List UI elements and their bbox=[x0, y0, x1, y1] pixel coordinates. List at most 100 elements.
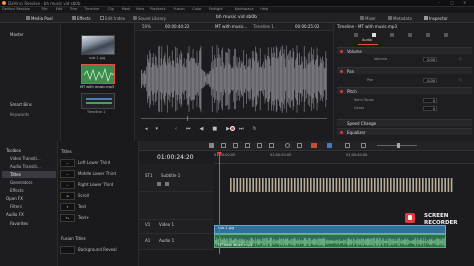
effects-tab-icon[interactable] bbox=[390, 33, 394, 37]
pan-enable-icon[interactable] bbox=[340, 70, 343, 73]
title-item[interactable]: — Middle Lower Third bbox=[60, 169, 136, 179]
subtitle-track-header[interactable]: ST1 Subtitle 1 bbox=[139, 164, 214, 192]
audio-track-header[interactable]: A1 Audio 1 bbox=[139, 234, 214, 250]
menu-item-davinci-resolve[interactable]: DaVinci Resolve bbox=[2, 7, 30, 12]
cents-field[interactable]: 0 bbox=[423, 106, 437, 111]
flag-icon[interactable] bbox=[311, 143, 317, 148]
title-item[interactable]: ≡ Scroll bbox=[60, 191, 136, 201]
sound-library-button[interactable]: Sound Library bbox=[133, 15, 166, 21]
select-tool-icon[interactable] bbox=[209, 143, 214, 148]
menu-item-help[interactable]: Help bbox=[260, 7, 268, 12]
pitch-section[interactable]: Pitch bbox=[337, 87, 472, 94]
maximize-button[interactable]: ▢ bbox=[450, 1, 454, 5]
minimize-button[interactable]: – bbox=[438, 1, 440, 5]
semi-tones-field[interactable]: 0 bbox=[423, 98, 437, 103]
pan-section[interactable]: Pan bbox=[337, 67, 472, 74]
video-track-header[interactable]: V1 Video 1 bbox=[139, 220, 214, 234]
zoom-slider-handle[interactable] bbox=[397, 143, 400, 148]
video-tab-icon[interactable] bbox=[354, 33, 358, 37]
fx-tree-item-titles[interactable]: Titles bbox=[10, 173, 21, 177]
menu-item-trim[interactable]: Trim bbox=[70, 7, 77, 12]
transition-tab-icon[interactable] bbox=[408, 33, 412, 37]
loop-icon[interactable]: ↻ bbox=[252, 127, 256, 132]
pan-value-field[interactable]: 0.00 bbox=[423, 78, 437, 83]
title-item[interactable]: — Right Lower Third bbox=[60, 180, 136, 190]
stop-icon[interactable]: ■ bbox=[212, 127, 217, 132]
audio-tab-icon[interactable] bbox=[372, 33, 376, 37]
metadata-button[interactable]: Metadata bbox=[388, 15, 412, 21]
trim-tool-icon[interactable] bbox=[221, 143, 226, 148]
edit-index-button[interactable]: Edit Index bbox=[100, 15, 125, 21]
audio-waveform-display[interactable] bbox=[141, 37, 327, 135]
zoom-full-icon[interactable] bbox=[345, 143, 350, 148]
prev-icon[interactable]: ◂ bbox=[145, 127, 148, 132]
marker-icon[interactable] bbox=[327, 143, 332, 148]
insert-icon[interactable] bbox=[245, 143, 250, 148]
timeline-ruler[interactable]: 01:00:00:00 01:00:20:00 01:00:40:00 bbox=[214, 152, 474, 164]
pitch-enable-icon[interactable] bbox=[340, 90, 343, 93]
dropdown-icon[interactable]: ▾ bbox=[156, 127, 159, 132]
master-bin[interactable]: Master bbox=[10, 33, 24, 37]
media-pool-button[interactable]: Media Pool bbox=[26, 15, 53, 21]
fx-tree-item[interactable]: Filters bbox=[10, 205, 22, 209]
visibility-icon[interactable] bbox=[165, 182, 169, 186]
clip-thumbnail-image[interactable] bbox=[81, 35, 115, 55]
fx-tree-item[interactable]: Video Transiti... bbox=[10, 157, 41, 161]
scrubber-bar[interactable] bbox=[141, 118, 327, 119]
clip-thumbnail-timeline[interactable] bbox=[81, 93, 115, 109]
skip-forward-icon[interactable]: ⏭ bbox=[239, 127, 244, 132]
equalizer-section[interactable]: Equalizer bbox=[337, 128, 472, 135]
menu-item-mark[interactable]: Mark bbox=[122, 7, 131, 12]
menu-item-fusion[interactable]: Fusion bbox=[174, 7, 185, 12]
replace-icon[interactable] bbox=[269, 143, 274, 148]
timeline-playhead[interactable] bbox=[219, 154, 220, 254]
speed-change-section[interactable]: Speed Change bbox=[337, 119, 472, 126]
menu-item-edit[interactable]: Edit bbox=[56, 7, 63, 12]
effects-button[interactable]: Effects bbox=[72, 15, 91, 21]
inspector-button[interactable]: Inspector bbox=[424, 15, 448, 21]
jog-icon[interactable]: ‹ bbox=[175, 127, 177, 132]
file-tab-icon[interactable] bbox=[444, 33, 448, 37]
menu-item-view[interactable]: View bbox=[136, 7, 144, 12]
clip-thumbnail-audio[interactable] bbox=[81, 64, 115, 84]
subtitle-clips-strip[interactable] bbox=[230, 177, 453, 192]
menu-item-file[interactable]: File bbox=[42, 7, 48, 12]
menu-item-fairlight[interactable]: Fairlight bbox=[209, 7, 223, 12]
zoom-detail-icon[interactable] bbox=[361, 143, 366, 148]
volume-enable-icon[interactable] bbox=[340, 50, 343, 53]
overwrite-icon[interactable] bbox=[257, 143, 262, 148]
title-item[interactable]: — Left Lower Third bbox=[60, 158, 136, 168]
fx-tree-item[interactable]: Open FX bbox=[6, 197, 23, 201]
skip-back-icon[interactable]: ⏮ bbox=[186, 127, 191, 132]
menu-item-clip[interactable]: Clip bbox=[108, 7, 115, 12]
blade-tool-icon[interactable] bbox=[233, 143, 238, 148]
keywords-bin[interactable]: Keywords bbox=[10, 113, 29, 117]
volume-section[interactable]: Volume bbox=[337, 47, 472, 54]
title-item[interactable]: Background Reveal bbox=[60, 245, 136, 255]
title-item[interactable]: T+ Text+ bbox=[60, 213, 136, 223]
video-clip[interactable]: sub-1.jpg bbox=[214, 225, 446, 234]
volume-value-field[interactable]: 0.00 bbox=[423, 57, 437, 62]
link-icon[interactable] bbox=[297, 143, 302, 148]
menu-item-color[interactable]: Color bbox=[192, 7, 201, 12]
title-item[interactable]: T Text bbox=[60, 202, 136, 212]
image-tab-icon[interactable] bbox=[426, 33, 430, 37]
mixer-button[interactable]: Mixer bbox=[360, 15, 376, 21]
audio-tab-label[interactable]: Audio bbox=[362, 38, 372, 43]
snap-icon[interactable] bbox=[285, 143, 290, 148]
volume-reset-icon[interactable]: ◇ bbox=[459, 57, 462, 61]
fx-tree-item[interactable]: Toolbox bbox=[6, 149, 21, 153]
audio-clip[interactable]: MT with music.mp3 bbox=[214, 234, 446, 248]
lock-icon[interactable] bbox=[157, 182, 161, 186]
reverse-icon[interactable]: ◀ bbox=[200, 127, 204, 132]
fx-tree-item[interactable]: Audio FX bbox=[6, 213, 24, 217]
fx-tree-item[interactable]: Generators bbox=[10, 181, 32, 185]
close-button[interactable]: ✕ bbox=[463, 1, 466, 5]
menu-item-playback[interactable]: Playback bbox=[150, 7, 166, 12]
viewer-playhead[interactable] bbox=[187, 116, 188, 121]
fx-tree-item[interactable]: Audio Transiti... bbox=[10, 165, 41, 169]
menu-item-workspace[interactable]: Workspace bbox=[235, 7, 254, 12]
pan-reset-icon[interactable]: ◇ bbox=[459, 78, 462, 82]
zoom-level[interactable]: 50% bbox=[142, 25, 151, 29]
fx-tree-item[interactable]: Effects bbox=[10, 189, 24, 193]
